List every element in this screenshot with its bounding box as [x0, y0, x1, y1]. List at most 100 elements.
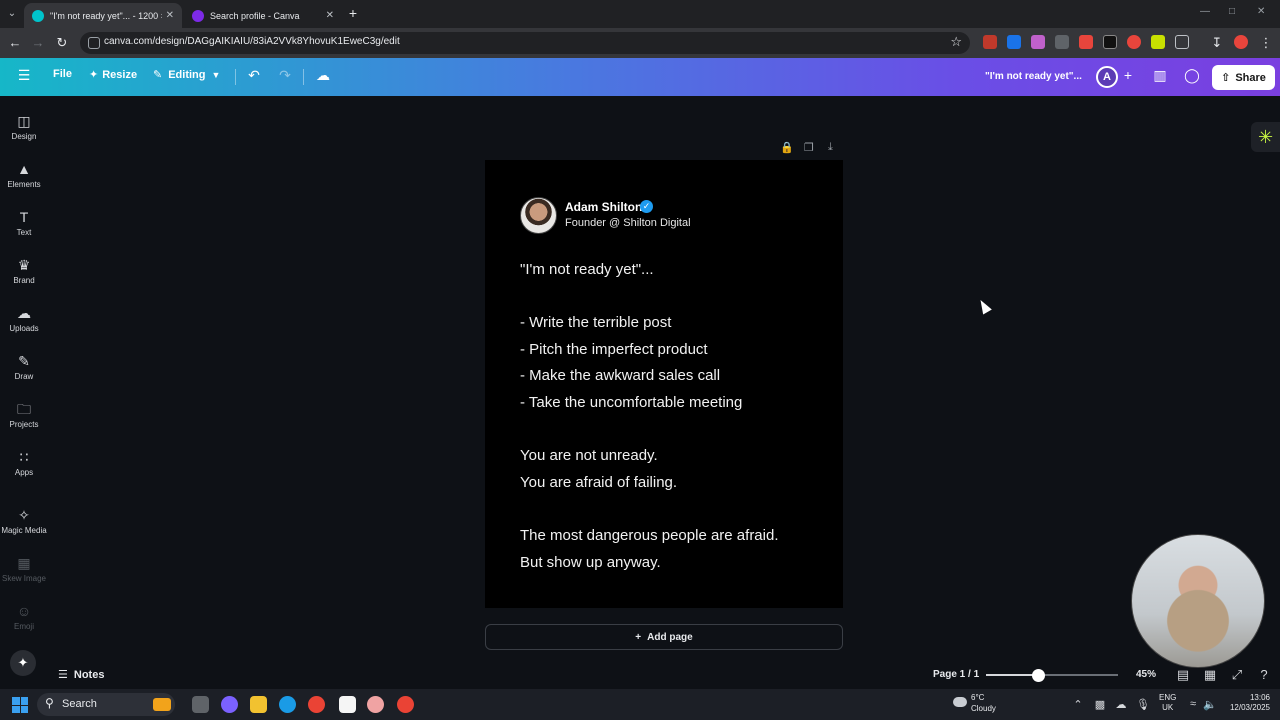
- app-icon[interactable]: [367, 696, 384, 713]
- sidebar-item-apps[interactable]: ∷ Apps: [0, 448, 48, 477]
- undo-icon[interactable]: ↶: [244, 67, 264, 84]
- zoom-slider[interactable]: [986, 674, 1118, 676]
- sidebar-item-magic-media[interactable]: ✧ Magic Media: [0, 506, 48, 535]
- help-icon[interactable]: ?: [1256, 667, 1272, 682]
- search-highlight-icon: [153, 698, 171, 711]
- post-text-line: You are afraid of failing.: [520, 474, 678, 491]
- avatar[interactable]: A: [1096, 66, 1118, 88]
- page-indicator[interactable]: Page 1 / 1: [933, 669, 979, 680]
- magic-sparkle-button[interactable]: ✦: [10, 650, 36, 676]
- comment-icon[interactable]: ◯: [1182, 67, 1202, 84]
- keyboard-language[interactable]: ENG UK: [1159, 693, 1176, 713]
- share-button[interactable]: ⇧ Share: [1212, 65, 1275, 90]
- task-view-icon[interactable]: [192, 696, 209, 713]
- edge-icon[interactable]: [279, 696, 296, 713]
- profile-avatar[interactable]: [1234, 35, 1248, 49]
- insights-chart-icon[interactable]: ▥: [1150, 67, 1170, 84]
- sidebar-item-skew-image[interactable]: ▦ Skew Image: [0, 554, 48, 583]
- browser-tab-search-profile[interactable]: Search profile - Canva ✕: [184, 3, 342, 28]
- tab-search-menu-icon[interactable]: ⌄: [4, 6, 20, 22]
- close-window-icon[interactable]: ✕: [1257, 6, 1265, 17]
- add-page-icon[interactable]: ⤓: [828, 141, 833, 154]
- lock-page-icon[interactable]: 🔒: [780, 141, 794, 154]
- sidebar-item-draw[interactable]: ✎ Draw: [0, 352, 48, 381]
- editing-mode-dropdown[interactable]: ✎ Editing ▼: [153, 68, 221, 82]
- forward-icon[interactable]: →: [29, 34, 47, 52]
- document-title[interactable]: "I'm not ready yet"...: [985, 71, 1082, 82]
- minimize-icon[interactable]: —: [1200, 6, 1210, 17]
- assistant-sparkle-icon[interactable]: ✳: [1251, 122, 1280, 152]
- extension-icon[interactable]: [1031, 35, 1045, 49]
- canva-header: ☰ File ✦ Resize ✎ Editing ▼ ↶ ↷ ☁ "I'm n…: [0, 58, 1280, 96]
- extension-icon[interactable]: [1127, 35, 1141, 49]
- tab-close-icon[interactable]: ✕: [166, 10, 174, 21]
- sidebar-item-brand[interactable]: ♛ Brand: [0, 256, 48, 285]
- microphone-icon[interactable]: 🎙: [1136, 698, 1150, 711]
- hamburger-menu-icon[interactable]: ☰: [14, 67, 34, 84]
- copilot-icon[interactable]: [221, 696, 238, 713]
- sidebar-item-label: Skew Image: [1, 574, 47, 583]
- chrome-profile-icon[interactable]: [397, 696, 414, 713]
- browser-tab-canva-design[interactable]: "I'm not ready yet"... - 1200 × 1 ✕: [24, 3, 182, 28]
- invite-plus-icon[interactable]: +: [1118, 67, 1138, 83]
- notes-button[interactable]: ☰ Notes: [58, 668, 105, 682]
- left-sidebar: ◫ Design ▲ Elements T Text ♛ Brand ☁ Upl…: [0, 96, 48, 689]
- redo-icon[interactable]: ↷: [275, 67, 295, 84]
- sidebar-item-text[interactable]: T Text: [0, 208, 48, 237]
- extension-icon[interactable]: [1055, 35, 1069, 49]
- fullscreen-icon[interactable]: ⤢: [1229, 667, 1245, 683]
- tray-app-icon[interactable]: ▩: [1093, 698, 1107, 711]
- cloud-upload-icon: ☁: [17, 305, 31, 321]
- address-bar[interactable]: canva.com/design/DAGgAIKIAIU/83iA2VVk8Yh…: [80, 32, 970, 54]
- notes-label: Notes: [73, 668, 105, 681]
- extension-icon[interactable]: [1079, 35, 1093, 49]
- sidebar-item-emoji[interactable]: ☺ Emoji: [0, 602, 48, 631]
- pen-icon: ✎: [18, 353, 30, 369]
- site-info-icon[interactable]: [88, 37, 100, 49]
- maximize-icon[interactable]: □: [1229, 6, 1235, 17]
- reload-icon[interactable]: ↻: [53, 34, 71, 52]
- apps-grid-icon: ∷: [19, 449, 29, 465]
- chrome-icon[interactable]: [308, 696, 325, 713]
- share-upload-icon: ⇧: [1221, 72, 1231, 84]
- tab-close-icon[interactable]: ✕: [326, 10, 334, 21]
- duplicate-page-icon[interactable]: ❐: [804, 141, 814, 154]
- sidebar-item-design[interactable]: ◫ Design: [0, 112, 48, 141]
- extension-icon[interactable]: [1151, 35, 1165, 49]
- taskbar-search[interactable]: ⚲ Search: [37, 693, 175, 716]
- sidebar-item-label: Draw: [14, 372, 34, 381]
- sidebar-item-projects[interactable]: 🗀 Projects: [0, 400, 48, 429]
- file-explorer-icon[interactable]: [250, 696, 267, 713]
- resize-button[interactable]: ✦ Resize: [89, 68, 137, 82]
- notion-icon[interactable]: [339, 696, 356, 713]
- post-text-line: The most dangerous people are afraid.: [520, 527, 779, 544]
- design-page[interactable]: Adam Shilton ✓ Founder @ Shilton Digital…: [485, 160, 843, 608]
- canva-favicon-icon: [32, 9, 44, 22]
- pages-view-icon[interactable]: ▤: [1175, 667, 1191, 683]
- volume-icon[interactable]: 🔈: [1203, 698, 1217, 711]
- add-page-button[interactable]: + Add page: [485, 624, 843, 650]
- extension-icon[interactable]: [1103, 35, 1117, 49]
- author-name: Adam Shilton: [565, 200, 643, 214]
- extension-icon[interactable]: [983, 35, 997, 49]
- bookmark-star-icon[interactable]: ☆: [950, 34, 962, 50]
- file-menu-button[interactable]: File: [53, 68, 72, 80]
- sidebar-item-uploads[interactable]: ☁ Uploads: [0, 304, 48, 333]
- extension-icon[interactable]: [1007, 35, 1021, 49]
- chevron-up-icon[interactable]: ⌃: [1071, 698, 1085, 711]
- clock[interactable]: 13:06 12/03/2025: [1226, 693, 1270, 713]
- cloud-saved-icon[interactable]: ☁: [313, 67, 333, 84]
- grid-view-icon[interactable]: ▦: [1202, 667, 1218, 683]
- onedrive-cloud-icon[interactable]: ☁: [1114, 698, 1128, 711]
- download-icon[interactable]: ↧: [1208, 34, 1226, 52]
- wifi-icon[interactable]: ≈: [1186, 698, 1200, 710]
- sidebar-item-elements[interactable]: ▲ Elements: [0, 160, 48, 189]
- windows-start-icon[interactable]: [12, 697, 28, 713]
- new-tab-icon[interactable]: +: [346, 5, 360, 21]
- zoom-slider-handle[interactable]: [1032, 669, 1046, 682]
- zoom-level[interactable]: 45%: [1136, 669, 1156, 680]
- browser-menu-icon[interactable]: ⋮: [1257, 34, 1275, 52]
- chevron-down-icon: ▼: [211, 69, 221, 80]
- back-icon[interactable]: ←: [6, 34, 24, 52]
- extensions-puzzle-icon[interactable]: [1175, 35, 1189, 49]
